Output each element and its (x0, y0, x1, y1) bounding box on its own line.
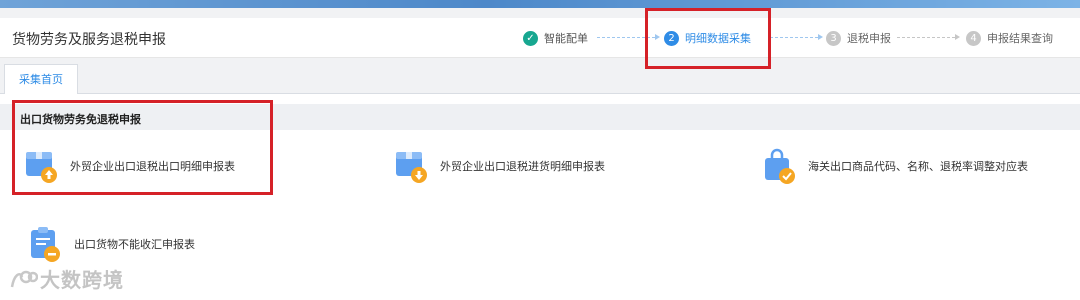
item-label: 出口货物不能收汇申报表 (74, 238, 195, 251)
item-label: 外贸企业出口退税出口明细申报表 (70, 160, 235, 173)
item-label: 海关出口商品代码、名称、退税率调整对应表 (808, 160, 1028, 173)
box-upload-icon (26, 152, 57, 183)
step-number-icon: 3 (826, 30, 841, 46)
shopping-bag-check-icon (765, 148, 795, 184)
main-content: 出口货物劳务免退税申报 外贸企业出口退税出口明细申报表 外贸企业出口退税进货明细… (0, 94, 1080, 300)
watermark-icon (10, 270, 38, 287)
step-detail-collection[interactable]: 2 明细数据采集 (664, 30, 751, 46)
section-header: 出口货物劳务免退税申报 (0, 104, 1080, 130)
step-label: 申报结果查询 (987, 32, 1053, 45)
item-customs-code-table[interactable]: 海关出口商品代码、名称、退税率调整对应表 (762, 146, 1028, 186)
step-arrow (897, 34, 960, 40)
step-result-query[interactable]: 4 申报结果查询 (966, 30, 1053, 46)
header-bar: 货物劳务及服务退税申报 ✓ 智能配单 2 明细数据采集 3 退税申报 4 申报结… (0, 18, 1080, 58)
tab-bar: 采集首页 (0, 62, 1080, 95)
step-number-icon: 2 (664, 30, 679, 46)
step-label: 退税申报 (847, 32, 891, 45)
item-export-detail-report[interactable]: 外贸企业出口退税出口明细申报表 (24, 146, 235, 186)
item-no-remittance-report[interactable]: 出口货物不能收汇申报表 (28, 224, 195, 264)
step-label: 明细数据采集 (685, 32, 751, 45)
clipboard-minus-icon (31, 227, 60, 262)
page-title: 货物劳务及服务退税申报 (12, 32, 166, 48)
step-arrow (597, 34, 660, 40)
check-icon: ✓ (523, 30, 538, 46)
top-banner-strip (0, 0, 1080, 8)
box-download-icon (396, 152, 427, 183)
item-purchase-detail-report[interactable]: 外贸企业出口退税进货明细申报表 (394, 146, 605, 186)
item-label: 外贸企业出口退税进货明细申报表 (440, 160, 605, 173)
section-title: 出口货物劳务免退税申报 (20, 113, 141, 126)
watermark-text: 大数跨境 (40, 268, 124, 292)
step-smart-match[interactable]: ✓ 智能配单 (523, 30, 588, 46)
step-arrow (770, 34, 823, 40)
step-tax-refund-declare[interactable]: 3 退税申报 (826, 30, 891, 46)
step-label: 智能配单 (544, 32, 588, 45)
watermark-logo: 大数跨境 (8, 264, 124, 293)
step-number-icon: 4 (966, 30, 981, 46)
tab-collection-home[interactable]: 采集首页 (4, 64, 78, 95)
